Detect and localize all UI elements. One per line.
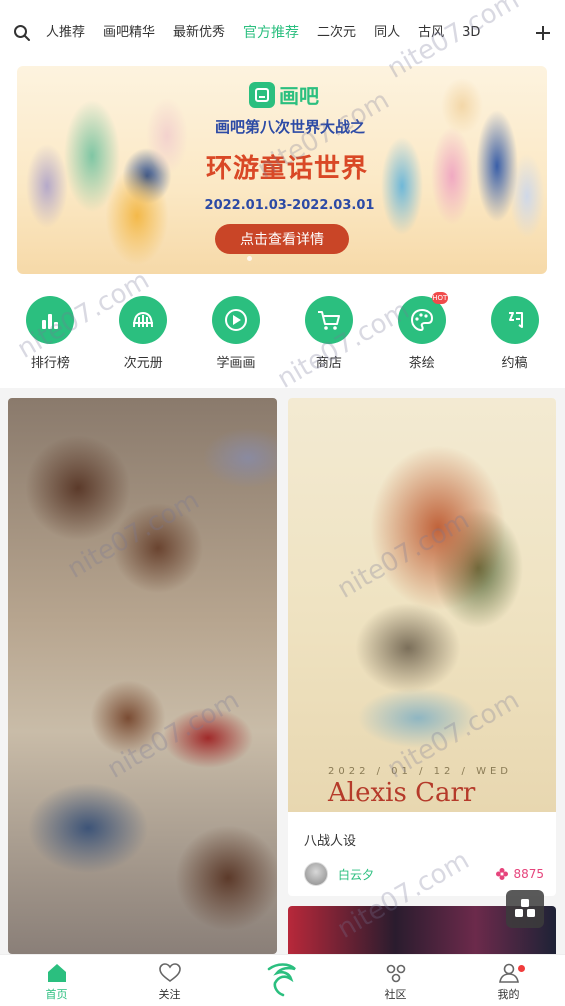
artwork-image [288,398,556,812]
shortcut-label: 约稿 [501,356,528,371]
artwork-author-row: 白云夕 8875 [304,862,544,886]
banner-title: 环游童话世界 [205,154,368,184]
artwork-date-text: 2022 / 01 / 12 / WED [328,766,512,777]
tab-ancient[interactable]: 古风 [409,0,453,66]
tab-fanart[interactable]: 同人 [365,0,409,66]
artwork-feed: 2022 / 01 / 12 / WED Alexis Carr 八战人设 白云… [0,388,565,954]
home-icon [47,964,66,982]
hot-badge: HOT [431,292,448,304]
banner-logo-text: 画吧 [279,84,319,108]
nav-label: 社区 [384,988,407,1001]
layout-toggle-button[interactable] [506,890,544,928]
tab-anime[interactable]: 二次元 [308,0,365,66]
profile-icon [498,963,519,983]
nav-community[interactable]: 社区 [339,955,452,1006]
nav-create[interactable] [226,955,339,1006]
shortcut-label: 学画画 [216,356,256,371]
shortcut-learn[interactable]: 学画画 [196,296,276,382]
tab-latest[interactable]: 最新优秀 [164,0,234,66]
ranking-icon [26,296,75,344]
tab-featured[interactable]: 画吧精华 [94,0,164,66]
cart-icon [304,296,353,344]
artwork-caption: 八战人设 [304,834,357,849]
banner-characters-right [372,66,547,274]
heart-icon [158,963,181,982]
shortcut-label: 商店 [315,356,342,371]
tab-3d[interactable]: 3D [453,0,489,66]
banner-dates: 2022.01.03-2022.03.01 [204,198,375,213]
author-name[interactable]: 白云夕 [338,866,495,883]
category-tabs: 人推荐 画吧精华 最新优秀 官方推荐 二次元 同人 古风 3D [44,0,521,66]
nav-label: 首页 [45,988,68,1001]
nav-follow[interactable]: 关注 [113,955,226,1006]
flower-like-icon [496,868,509,880]
tab-recommend[interactable]: 人推荐 [44,0,94,66]
artwork-card-alexis[interactable]: 2022 / 01 / 12 / WED Alexis Carr 八战人设 白云… [288,398,556,896]
shortcut-tea-draw[interactable]: HOT 茶绘 [382,292,462,382]
avatar[interactable] [304,862,328,886]
shortcut-label: 次元册 [123,356,163,371]
like-count-value: 8875 [513,867,544,881]
search-icon [14,25,30,41]
notification-dot [518,965,525,972]
add-tab-button[interactable] [521,0,565,66]
create-icon [267,963,296,997]
shortcut-album[interactable]: 次元册 [103,296,183,382]
shortcut-shop[interactable]: 商店 [289,296,369,382]
shortcut-commission[interactable]: 约稿 [475,296,555,382]
commission-icon [490,296,539,344]
tab-official[interactable]: 官方推荐 [234,0,308,66]
bottom-navigation: 首页 关注 社区 我的 [0,954,565,1006]
nav-label: 关注 [158,988,181,1001]
nav-home[interactable]: 首页 [0,955,113,1006]
artwork-name-text: Alexis Carr [328,778,476,808]
carousel-dot[interactable] [247,256,252,261]
brand-icon [249,81,275,108]
community-icon [386,964,405,983]
artwork-card-bears[interactable] [8,398,277,954]
shortcut-label: 排行榜 [30,356,70,371]
category-shortcuts: 排行榜 次元册 学画画 商店 HOT 茶绘 约稿 [0,292,565,382]
banner-subtitle: 画吧第八次世界大战之 [214,118,365,136]
banner-details-button[interactable]: 点击查看详情 [215,224,349,254]
banner-logo: 画吧 [249,80,319,109]
banner-characters-left [17,66,202,274]
shortcut-label: 茶绘 [408,356,435,371]
play-icon [212,296,261,344]
event-banner[interactable]: 画吧 画吧第八次世界大战之 环游童话世界 2022.01.03-2022.03.… [17,66,547,274]
plus-icon [536,26,550,40]
nav-label: 我的 [497,988,520,1001]
shortcut-ranking[interactable]: 排行榜 [10,296,90,382]
like-count[interactable]: 8875 [495,867,544,881]
album-icon [119,296,168,344]
search-button[interactable] [0,0,44,66]
nav-profile[interactable]: 我的 [452,955,565,1006]
top-tab-bar: 人推荐 画吧精华 最新优秀 官方推荐 二次元 同人 古风 3D [0,0,565,66]
grid-icon [515,899,535,917]
